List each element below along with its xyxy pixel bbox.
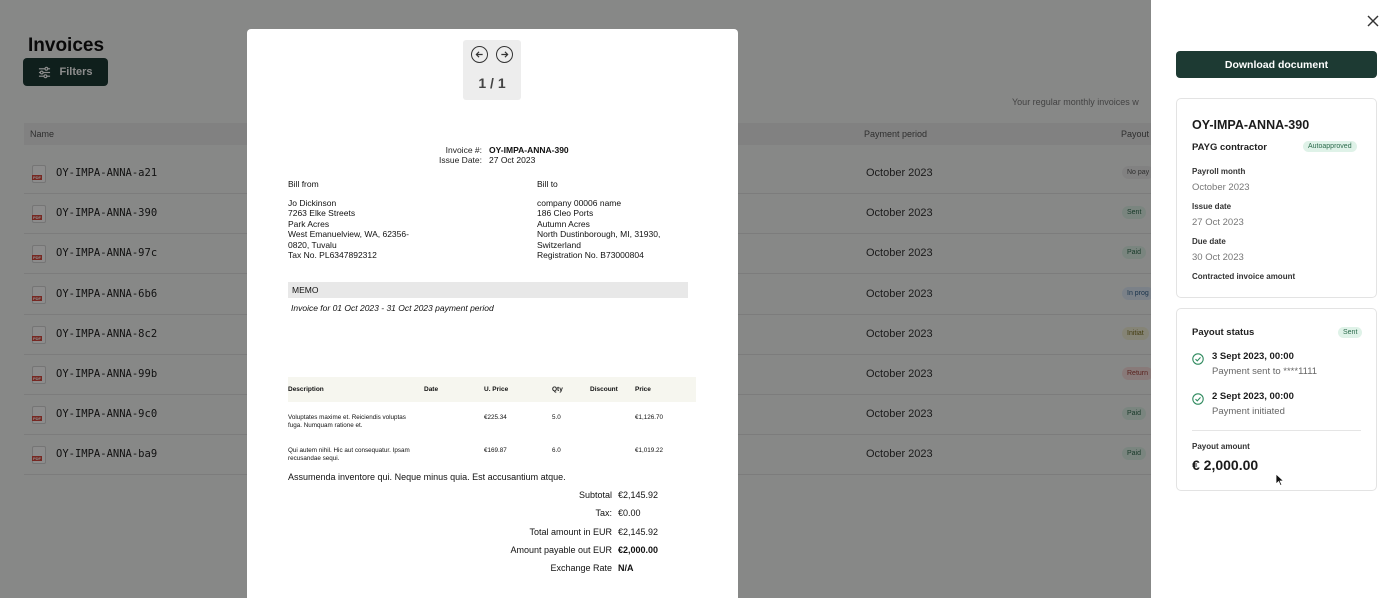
bill-to-line: 186 Cleo Ports — [537, 208, 594, 218]
total-value: €2,145.92 — [618, 526, 659, 537]
invoice-summary-card: OY-IMPA-ANNA-390 PAYG contractor Autoapp… — [1176, 98, 1377, 298]
bill-to-line: Autumn Acres — [537, 218, 590, 229]
item-unit-price: €225.34 — [484, 414, 507, 421]
event-title: 2 Sept 2023, 00:00 — [1212, 391, 1294, 402]
subtotal-value: €2,145.92 — [618, 490, 659, 501]
contract-type: PAYG contractor — [1192, 142, 1267, 153]
bill-from-line: 0820, Tuvalu — [288, 239, 337, 250]
issue-date: 27 Oct 2023 — [489, 155, 536, 165]
close-icon — [1367, 15, 1379, 27]
payout-status-title: Payout status — [1192, 327, 1255, 338]
bill-from-line: Tax No. PL6347892312 — [288, 250, 377, 260]
bill-to-block: Bill to company 00006 name 186 Cleo Port… — [537, 179, 660, 261]
event-subtitle: Payment initiated — [1212, 406, 1285, 417]
payout-amount-label: Payout amount — [1192, 442, 1250, 451]
tax-label: Tax: — [595, 508, 612, 519]
exchange-rate-label: Exchange Rate — [550, 563, 612, 574]
memo-title: MEMO — [288, 282, 688, 298]
payout-status-card: Payout status Sent 3 Sept 2023, 00:00 Pa… — [1176, 308, 1377, 491]
item-col-discount: Discount — [590, 386, 618, 393]
bill-from-line: Jo Dickinson — [288, 197, 337, 208]
bill-from-block: Bill from Jo Dickinson 7263 Elke Streets… — [288, 179, 409, 261]
item-col-price: Price — [635, 386, 651, 393]
bill-to-line: company 00006 name — [537, 197, 622, 208]
bill-to-title: Bill to — [537, 179, 558, 189]
bill-to-line: Registration No. B73000804 — [537, 250, 644, 260]
line-items-table: Description Date U. Price Qty Discount P… — [288, 377, 696, 468]
arrow-left-icon — [475, 51, 483, 58]
invoice-note: Assumenda inventore qui. Neque minus qui… — [288, 472, 566, 482]
approval-badge: Autoapproved — [1303, 141, 1357, 152]
item-col-qty: Qty — [552, 386, 563, 393]
payroll-month-label: Payroll month — [1192, 167, 1246, 176]
tax-value: €0.00 — [618, 508, 641, 519]
next-page-button[interactable] — [496, 46, 513, 63]
invoice-id: OY-IMPA-ANNA-390 — [1192, 118, 1310, 132]
contracted-amount-label: Contracted invoice amount — [1192, 272, 1296, 281]
line-items-header: Description Date U. Price Qty Discount P… — [288, 377, 696, 402]
bill-from-line: Park Acres — [288, 218, 330, 229]
item-price: €1,126.70 — [635, 414, 664, 421]
item-col-description: Description — [288, 386, 324, 393]
amount-payable-label: Amount payable out EUR — [510, 545, 612, 556]
subtotal-label: Subtotal — [578, 490, 612, 501]
page-indicator: 1 / 1 — [478, 75, 506, 91]
bill-from-line: West Emanuelview, WA, 62356- — [288, 229, 409, 239]
bill-from-line: 7263 Elke Streets — [288, 208, 356, 218]
issue-date-label: Issue Date: — [439, 155, 482, 165]
item-col-unit-price: U. Price — [484, 386, 509, 393]
item-price: €1,019.22 — [635, 447, 664, 454]
close-button[interactable] — [1365, 14, 1381, 30]
event-subtitle: Payment sent to ****1111 — [1212, 366, 1318, 377]
totals-block: Subtotal €2,145.92 Tax: €0.00 Total amount… — [247, 486, 738, 577]
exchange-rate-value: N/A — [618, 563, 634, 574]
item-description: Voluptates maxime et. Reiciendis volupta… — [288, 414, 406, 429]
document-viewer: 1 / 1 Invoice #: OY-IMPA-ANNA-390 Issue … — [247, 29, 738, 598]
divider — [1192, 430, 1361, 431]
amount-payable-value: €2,000.00 — [618, 545, 659, 556]
payout-amount: € 2,000.00 — [1192, 457, 1259, 473]
invoice-header: Invoice #: OY-IMPA-ANNA-390 Issue Date: … — [247, 145, 738, 165]
bill-to-line: Switzerland — [537, 239, 581, 250]
payout-status-badge: Sent — [1338, 327, 1363, 338]
invoice-detail-panel: Download document OY-IMPA-ANNA-390 PAYG … — [1151, 0, 1400, 598]
item-unit-price: €169.87 — [484, 447, 507, 454]
bill-from-title: Bill from — [288, 179, 319, 189]
event-title: 3 Sept 2023, 00:00 — [1212, 351, 1294, 362]
item-qty: 5.0 — [552, 414, 561, 421]
issue-date-value: 27 Oct 2023 — [1192, 217, 1244, 228]
item-description: Qui autem nihil. Hic aut consequatur. Ip… — [288, 447, 410, 462]
total-label: Total amount in EUR — [529, 526, 612, 537]
line-item-row: Qui autem nihil. Hic aut consequatur. Ip… — [288, 435, 696, 468]
arrow-right-icon — [501, 51, 509, 58]
issue-date-label: Issue date — [1192, 202, 1232, 211]
line-item-row: Voluptates maxime et. Reiciendis volupta… — [288, 402, 696, 435]
check-circle-icon — [1192, 353, 1204, 365]
item-col-date: Date — [424, 386, 439, 393]
download-document-button[interactable]: Download document — [1176, 51, 1377, 78]
previous-page-button[interactable] — [471, 46, 488, 63]
due-date-value: 30 Oct 2023 — [1192, 252, 1244, 263]
bill-to-line: North Dustinborough, MI, 31930, — [537, 229, 661, 239]
invoice-number-label: Invoice #: — [445, 145, 482, 155]
memo-text: Invoice for 01 Oct 2023 - 31 Oct 2023 pa… — [291, 303, 494, 313]
item-qty: 6.0 — [552, 447, 561, 454]
check-circle-icon — [1192, 393, 1204, 405]
due-date-label: Due date — [1192, 237, 1226, 246]
payroll-month-value: October 2023 — [1192, 182, 1250, 193]
cursor-icon — [1275, 473, 1285, 487]
page-navigator: 1 / 1 — [463, 40, 521, 100]
invoice-number: OY-IMPA-ANNA-390 — [489, 145, 569, 155]
